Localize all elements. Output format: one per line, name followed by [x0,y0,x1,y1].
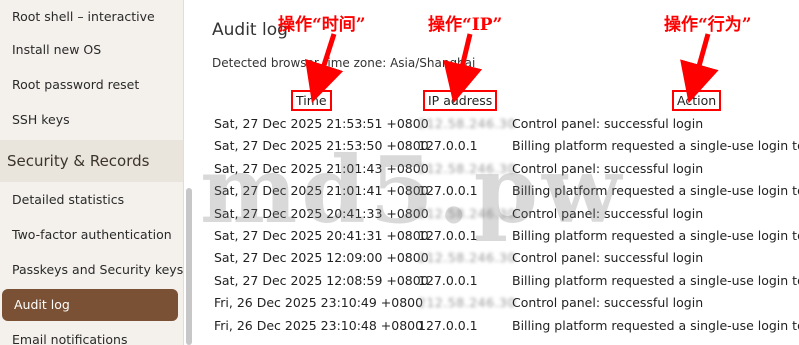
cell-action: Billing platform requested a single-use … [512,138,799,154]
table-row: Fri, 26 Dec 2025 23:10:49 +0800 212.58.24… [196,291,799,313]
sidebar-item-root-password-reset[interactable]: Root password reset [0,68,183,102]
cell-action: Control panel: successful login [512,295,704,311]
table-row: Sat, 27 Dec 2025 20:41:33 +0800 212.58.24… [196,202,799,224]
table-row: Sat, 27 Dec 2025 21:53:50 +0800 127.0.0.1… [196,134,799,156]
cell-ip: 212.58.246.30 [418,250,516,266]
table-row: Sat, 27 Dec 2025 12:09:00 +0800 212.58.24… [196,246,799,268]
cell-action: Control panel: successful login [512,116,704,131]
table-row: Sat, 27 Dec 2025 21:01:43 +0800 212.58.24… [196,157,799,179]
cell-action: Billing platform requested a single-use … [512,228,799,243]
cell-time: Sat, 27 Dec 2025 21:53:51 +0800 [214,116,429,131]
cell-action: Control panel: successful login [512,250,704,266]
table-row: Fri, 26 Dec 2025 23:10:48 +0800 127.0.0.1… [196,314,799,336]
sidebar-item-two-factor[interactable]: Two-factor authentication [0,218,183,252]
cell-time: Fri, 26 Dec 2025 23:10:48 +0800 [214,317,424,333]
timezone-text: Detected browser time zone: Asia/Shangha… [212,56,476,70]
table-row: Sat, 27 Dec 2025 21:53:51 +0800 212.58.24… [196,112,799,134]
cell-action: Billing platform requested a single-use … [512,317,799,333]
page-title: Audit log [212,20,288,40]
cell-time: Fri, 26 Dec 2025 23:10:49 +0800 [214,295,424,311]
cell-time: Sat, 27 Dec 2025 21:01:43 +0800 [214,160,429,176]
cell-ip: 212.58.246.30 [418,116,516,131]
column-header-action: Action [672,90,722,111]
sidebar-scrollbar[interactable] [186,188,192,345]
sidebar-item-root-shell[interactable]: Root shell – interactive [0,0,183,34]
cell-action: Control panel: successful login [512,160,704,176]
cell-time: Sat, 27 Dec 2025 21:53:50 +0800 [214,138,429,154]
cell-ip: 127.0.0.1 [418,183,478,199]
annotation-action: 操作“行为” [664,15,752,35]
table-row: Sat, 27 Dec 2025 20:41:31 +0800 127.0.0.1… [196,224,799,246]
cell-time: Sat, 27 Dec 2025 12:09:00 +0800 [214,250,429,266]
sidebar-item-install-os[interactable]: Install new OS [0,33,183,67]
cell-ip: 212.58.246.30 [418,295,516,311]
cell-ip: 127.0.0.1 [418,138,478,154]
cell-action: Billing platform requested a single-use … [512,272,799,288]
table-row: Sat, 27 Dec 2025 12:08:59 +0800 127.0.0.1… [196,269,799,291]
annotation-ip: 操作“IP” [428,15,503,35]
cell-time: Sat, 27 Dec 2025 20:41:31 +0800 [214,228,429,243]
sidebar: Root shell – interactive Install new OS … [0,0,184,345]
cell-ip: 212.58.246.30 [418,205,516,221]
cell-time: Sat, 27 Dec 2025 20:41:33 +0800 [214,205,429,221]
column-header-time: Time [291,90,332,111]
sidebar-item-detailed-statistics[interactable]: Detailed statistics [0,183,183,217]
cell-ip: 127.0.0.1 [418,228,478,243]
cell-time: Sat, 27 Dec 2025 12:08:59 +0800 [214,272,429,288]
cell-ip: 127.0.0.1 [418,272,478,288]
annotation-time: 操作“时间” [278,15,366,35]
table-row: Sat, 27 Dec 2025 21:01:41 +0800 127.0.0.1… [196,179,799,201]
sidebar-item-email-notifications[interactable]: Email notifications [0,323,183,345]
sidebar-item-audit-log[interactable]: Audit log [2,289,178,321]
cell-ip: 212.58.246.30 [418,160,516,176]
sidebar-item-ssh-keys[interactable]: SSH keys [0,103,183,137]
cell-time: Sat, 27 Dec 2025 21:01:41 +0800 [214,183,429,199]
sidebar-item-passkeys[interactable]: Passkeys and Security keys [0,253,183,287]
main-content: Audit log Detected browser time zone: As… [196,0,799,345]
column-header-ip: IP address [423,90,498,111]
cell-action: Billing platform requested a single-use … [512,183,799,199]
sidebar-section-security-records[interactable]: Security & Records [0,140,183,182]
cell-action: Control panel: successful login [512,205,704,221]
cell-ip: 127.0.0.1 [418,317,478,333]
